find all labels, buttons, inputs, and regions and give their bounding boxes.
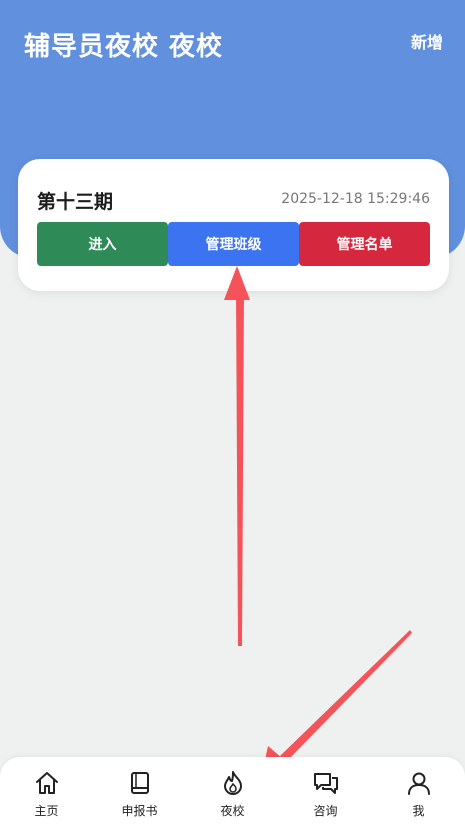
term-actions: 进入 管理班级 管理名单 (37, 222, 430, 266)
flame-icon (223, 771, 242, 795)
tab-me[interactable]: 我 (372, 757, 465, 829)
arrow-up-shaft (236, 290, 244, 646)
term-card: 第十三期 2025-12-18 15:29:46 进入 管理班级 管理名单 (18, 159, 449, 291)
bottom-tab-bar: 主页 申报书 夜校 咨询 我 (0, 757, 465, 829)
screen: 辅导员夜校 夜校 新增 第十三期 2025-12-18 15:29:46 进入 … (0, 0, 465, 829)
chat-icon (313, 773, 338, 794)
manage-class-button[interactable]: 管理班级 (168, 222, 299, 266)
tab-label: 咨询 (313, 804, 338, 818)
tab-label: 夜校 (220, 804, 245, 818)
term-timestamp: 2025-12-18 15:29:46 (281, 191, 430, 207)
tab-label: 申报书 (121, 804, 158, 818)
tab-label: 主页 (34, 804, 59, 818)
user-icon (407, 772, 430, 795)
tab-application[interactable]: 申报书 (93, 757, 186, 829)
add-button[interactable]: 新增 (411, 29, 443, 53)
tab-label: 我 (412, 804, 425, 818)
enter-button[interactable]: 进入 (37, 222, 168, 266)
tab-night-school[interactable]: 夜校 (186, 757, 279, 829)
manage-roster-button[interactable]: 管理名单 (299, 222, 430, 266)
term-name: 第十三期 (37, 191, 114, 213)
tab-consult[interactable]: 咨询 (279, 757, 372, 829)
home-icon (35, 772, 58, 794)
book-icon (130, 772, 149, 794)
page-title: 辅导员夜校 夜校 (24, 32, 224, 62)
arrow-down-shaft (280, 630, 412, 762)
tab-home[interactable]: 主页 (0, 757, 93, 829)
